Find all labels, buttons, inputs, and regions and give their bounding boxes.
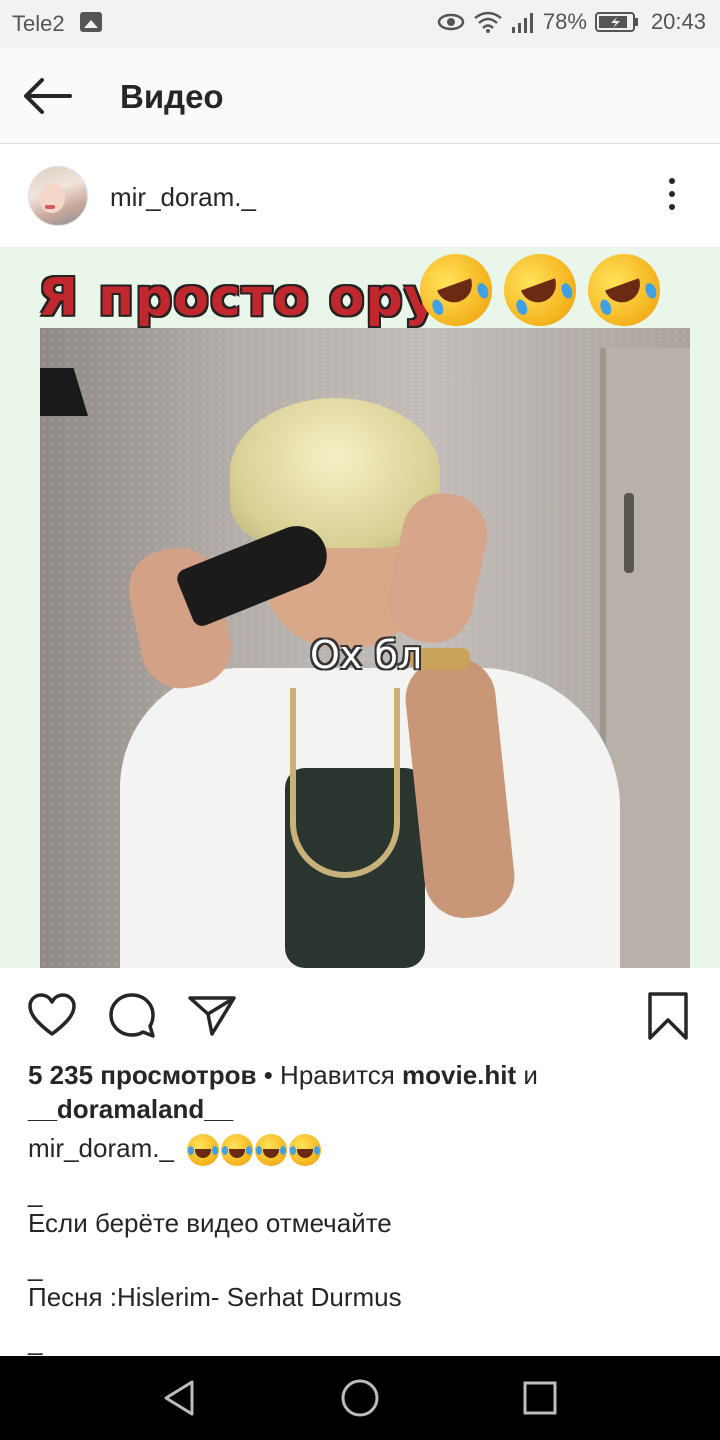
nav-recents-button[interactable] <box>518 1376 562 1420</box>
rofl-emoji-icon <box>409 248 503 337</box>
like-button[interactable] <box>26 990 78 1042</box>
joy-emoji-icon <box>187 1134 220 1167</box>
video-subtitle: Ох бл <box>310 633 423 677</box>
post-actions <box>0 968 720 1058</box>
joy-emoji-icon <box>255 1134 288 1167</box>
post-video[interactable]: Я просто ору Ох бл <box>0 248 720 968</box>
overlay-emoji-row <box>409 248 671 337</box>
avatar-lips <box>45 205 55 209</box>
bookmark-icon <box>648 992 688 1040</box>
save-button[interactable] <box>644 990 692 1042</box>
more-dot <box>669 191 675 197</box>
liked-by-user-1[interactable]: movie.hit <box>402 1060 516 1090</box>
likes-and: и <box>523 1060 538 1090</box>
signal-icon <box>511 13 533 33</box>
gold-chain <box>290 688 400 878</box>
caption-line: Если берёте видео отмечайте <box>28 1208 392 1238</box>
comment-button[interactable] <box>106 990 158 1042</box>
joy-emoji-icon <box>221 1134 254 1167</box>
status-bar: Tele2 78% 20:43 <box>0 0 720 48</box>
caption-line: _ <box>28 1252 43 1282</box>
send-icon <box>188 996 236 1036</box>
triangle-back-icon <box>164 1380 194 1416</box>
post-username[interactable]: mir_doram._ <box>110 182 256 213</box>
door-handle <box>624 493 634 573</box>
status-icons: 78% 20:43 <box>437 9 706 35</box>
back-button[interactable] <box>20 74 76 118</box>
post-stats: 5 235 просмотров • Нравится movie.hit и … <box>28 1058 698 1126</box>
wifi-icon <box>474 11 502 33</box>
video-frame: Ох бл <box>40 328 690 968</box>
caption-line: Песня :Hislerim- Serhat Durmus <box>28 1282 402 1312</box>
carrier-name: Tele2 <box>12 11 65 36</box>
page-title: Видео <box>120 78 224 115</box>
video-overlay-title: Я просто ору <box>38 268 439 328</box>
more-vertical-icon <box>669 178 675 184</box>
nav-home-button[interactable] <box>338 1376 382 1420</box>
heart-icon <box>28 993 76 1036</box>
comment-icon <box>109 993 155 1038</box>
square-recents-icon <box>523 1381 557 1415</box>
clock: 20:43 <box>650 9 706 34</box>
circle-home-icon <box>341 1379 379 1417</box>
caption-line: _ <box>28 1178 43 1208</box>
image-notification-icon <box>80 12 102 32</box>
caption-line: _ <box>28 1326 43 1356</box>
nav-back-button[interactable] <box>158 1376 202 1420</box>
avatar[interactable] <box>28 166 88 226</box>
rofl-emoji-icon <box>493 248 587 337</box>
more-dot <box>669 204 675 210</box>
more-options-button[interactable] <box>660 178 684 218</box>
likes-prefix: • Нравится <box>263 1060 395 1090</box>
caption-emojis <box>187 1134 322 1167</box>
battery-icon <box>594 12 638 32</box>
liked-by-user-2[interactable]: __doramaland__ <box>28 1094 233 1124</box>
post-header: mir_doram._ <box>0 146 720 248</box>
battery-percent: 78% <box>542 9 587 34</box>
caption-author[interactable]: mir_doram._ <box>28 1133 174 1163</box>
system-nav-bar <box>0 1356 720 1440</box>
app-header: Видео <box>0 48 720 144</box>
rofl-emoji-icon <box>577 248 671 337</box>
joy-emoji-icon <box>289 1134 322 1167</box>
eye-icon <box>437 13 465 31</box>
arrow-left-icon <box>24 78 72 114</box>
share-button[interactable] <box>186 990 238 1042</box>
caption-header: mir_doram._ <box>28 1133 322 1167</box>
view-count[interactable]: 5 235 просмотров <box>28 1060 256 1090</box>
